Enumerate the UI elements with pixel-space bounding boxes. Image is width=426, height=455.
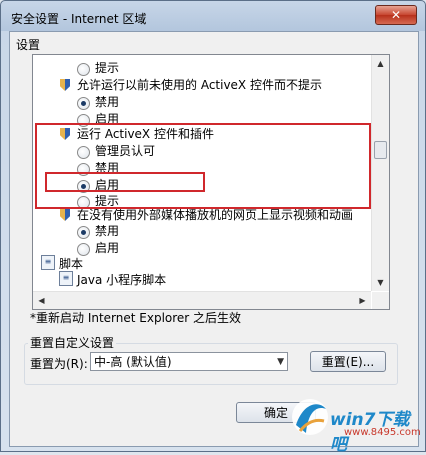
reset-button[interactable]: 重置(E)...	[310, 351, 386, 372]
close-icon: ✕	[390, 8, 402, 22]
scroll-right-button[interactable]: ▶	[354, 292, 371, 309]
shield-icon	[60, 209, 70, 221]
script-icon: ≡	[59, 271, 73, 286]
option-label: 禁用	[95, 224, 120, 238]
watermark-logo: win7下载吧 www.8495.com	[290, 395, 421, 455]
setting-title: 允许运行以前未使用的 ActiveX 控件而不提示	[77, 78, 322, 92]
highlight-box-enable	[45, 172, 205, 192]
radio-disable-1[interactable]	[77, 97, 90, 110]
reset-level-select[interactable]: 中-高 (默认值) ▼	[90, 352, 288, 371]
radio-disable-3[interactable]	[77, 226, 90, 239]
restart-note: *重新启动 Internet Explorer 之后生效	[30, 311, 242, 325]
option-label: 提示	[95, 61, 120, 75]
settings-group-label: 设置	[16, 38, 41, 52]
reset-to-label: 重置为(R):	[30, 357, 88, 371]
shield-icon	[60, 79, 70, 91]
window-title: 安全设置 - Internet 区域	[11, 12, 147, 26]
scrollbar-corner	[372, 292, 389, 309]
title-bar[interactable]: 安全设置 - Internet 区域 ✕	[1, 1, 425, 31]
radio-prompt-1[interactable]	[77, 63, 90, 76]
category-title: 脚本	[59, 257, 84, 271]
horizontal-scrollbar[interactable]: ◀ ▶	[33, 291, 371, 309]
script-icon: ≡	[41, 255, 55, 270]
scroll-thumb[interactable]	[374, 141, 387, 159]
selected-level: 中-高 (默认值)	[94, 355, 172, 369]
chevron-down-icon: ▼	[277, 357, 284, 367]
scroll-left-button[interactable]: ◀	[33, 292, 50, 309]
category-title: Java 小程序脚本	[77, 273, 167, 287]
scroll-down-button[interactable]: ▼	[372, 274, 389, 291]
logo-swirl-icon	[292, 399, 328, 435]
reset-group-label: 重置自定义设置	[28, 334, 117, 351]
option-label: 禁用	[95, 95, 120, 109]
setting-title: 在没有使用外部媒体播放机的网页上显示视频和动画	[77, 208, 354, 222]
watermark-url: www.8495.com	[344, 427, 421, 438]
highlight-box-setting	[35, 123, 371, 209]
close-button[interactable]: ✕	[375, 5, 417, 25]
settings-list[interactable]: 提示 允许运行以前未使用的 ActiveX 控件而不提示 禁用 启用 运行 Ac…	[32, 54, 390, 310]
radio-enable-3[interactable]	[77, 243, 90, 256]
scroll-up-button[interactable]: ▲	[372, 55, 389, 72]
option-label: 启用	[95, 241, 120, 255]
vertical-scrollbar[interactable]: ▲ ▼	[371, 55, 389, 291]
